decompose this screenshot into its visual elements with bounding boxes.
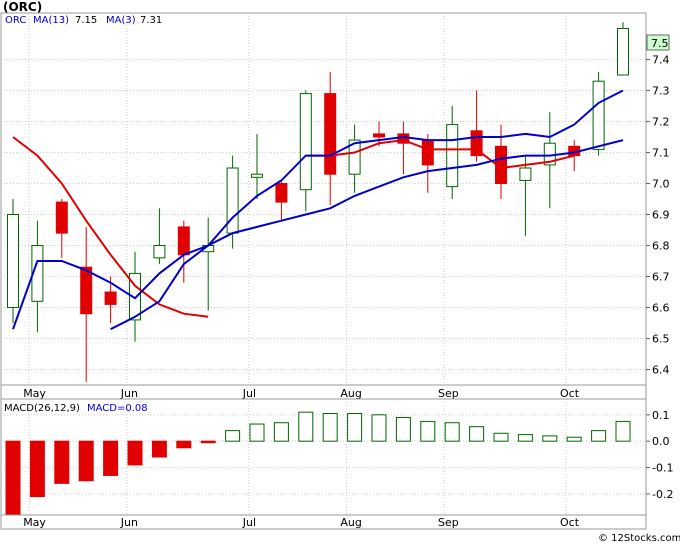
price-month-label: Sep [438,387,459,400]
macd-month-label: Sep [438,516,459,529]
candle-body [373,133,385,138]
candle-body [104,291,117,305]
price-ytick-label: 6.8 [652,240,670,253]
macd-bar [225,430,241,442]
price-month-label: May [23,387,46,400]
macd-bar [273,422,289,442]
price-month-label: Aug [340,387,361,400]
macd-bar [371,414,387,442]
macd-bar [444,422,460,442]
macd-label: MACD(26,12,9) [4,403,80,414]
candle-body [7,214,19,308]
macd-bar [542,435,558,442]
macd-bar [78,440,94,482]
macd-bar [395,416,411,442]
price-ytick-label: 6.7 [652,271,670,284]
price-ytick-label: 7.0 [652,178,670,191]
macd-value-label: MACD=0.08 [87,403,148,414]
watermark: © 12Stocks.com [598,533,680,544]
candle-body [251,173,263,178]
candle-body [299,93,312,191]
macd-bar [298,411,314,442]
price-month-label: Jun [120,387,138,400]
price-month-label: Jul [242,387,256,400]
candle-body [275,183,288,203]
macd-bar [200,440,216,444]
macd-bar [591,430,607,442]
macd-bar [420,420,436,442]
price-ytick-label: 7.2 [652,116,670,129]
macd-ytick-label: 0.0 [652,435,670,448]
macd-bar [54,440,70,484]
macd-ytick-label: -0.1 [652,462,673,475]
price-ytick-label: 6.6 [652,302,670,315]
price-ytick-label: 7.3 [652,85,670,98]
macd-xaxis-strip [0,514,647,530]
macd-bar [517,434,533,442]
legend-ma3-label: MA(3) [106,15,136,26]
macd-month-label: Aug [340,516,361,529]
macd-bar [249,423,265,442]
legend-ma3-value: 7.31 [140,15,162,26]
macd-bar [103,440,119,476]
macd-bar [29,440,45,498]
macd-ytick-label: -0.2 [652,488,673,501]
price-ytick-label: 7.4 [652,54,670,67]
price-ytick-label: 6.4 [652,364,670,377]
last-price-label: 7.5 [651,37,669,50]
candle-body [421,139,434,166]
macd-bar [127,440,143,466]
macd-bar [469,426,485,442]
price-ytick-label: 6.5 [652,333,670,346]
candle-body [519,167,532,181]
candle-body [324,93,337,175]
macd-bar [176,440,192,449]
price-xaxis-strip [0,384,647,400]
macd-ytick-label: 0.1 [652,409,670,422]
macd-month-label: May [23,516,46,529]
macd-month-label: Jul [242,516,256,529]
legend-ma13-label: MA(13) [33,15,69,26]
macd-bar [493,432,509,442]
macd-bar [151,440,167,458]
price-panel [0,12,647,386]
candle-body [592,80,605,150]
candle-body [177,226,190,256]
macd-bar [322,413,338,442]
macd-month-label: Jun [120,516,138,529]
macd-bar [347,413,363,442]
candle-body [153,245,166,259]
candle-body [55,201,68,234]
candle-body [446,124,459,188]
price-ytick-label: 6.9 [652,209,670,222]
price-month-label: Oct [560,387,580,400]
macd-bar [5,440,21,516]
candle-body [80,266,93,315]
legend-ticker: ORC [5,15,26,26]
macd-bar [615,420,631,442]
stock-chart: (ORC) 6.46.56.66.76.86.97.07.17.27.37.4 … [0,0,680,544]
chart-title: (ORC) [3,0,42,14]
legend-ma13-value: 7.15 [75,15,97,26]
candle-body [617,28,629,76]
macd-month-label: Oct [560,516,580,529]
price-ytick-label: 7.1 [652,147,670,160]
macd-bar [566,436,582,442]
